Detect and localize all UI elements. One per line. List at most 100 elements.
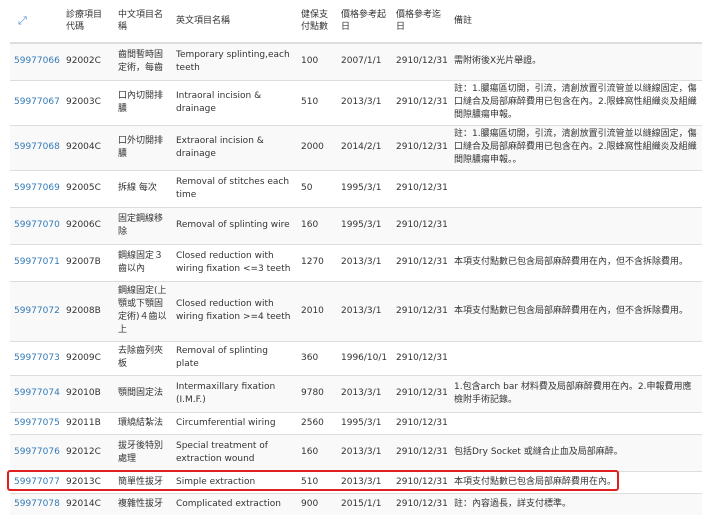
table-row: 59977070 92006C 固定鋼線移除 Removal of splint…	[10, 206, 702, 244]
table-row: 59977074 92010B 顎間固定法 Intermaxillary fix…	[10, 374, 702, 412]
cell-start-date: 1995/3/1	[337, 169, 392, 207]
cell-end-date: 2910/12/31	[392, 374, 450, 412]
cell-en-name: Closed reduction with wiring fixation <=…	[172, 243, 297, 281]
cell-end-date: 2910/12/31	[392, 79, 450, 125]
cell-code: 92002C	[62, 42, 114, 80]
cell-code: 92014C	[62, 492, 114, 515]
cell-zh-name: 複雜性拔牙	[114, 492, 172, 515]
cell-start-date: 2007/1/1	[337, 42, 392, 80]
cell-note	[450, 340, 702, 375]
cell-points: 510	[297, 79, 337, 125]
cell-en-name: Circumferential wiring	[172, 411, 297, 434]
header-note[interactable]: 備註	[450, 0, 702, 44]
cell-note: 本項支付點數已包含局部麻醉費用在內，但不含拆除費用。	[450, 243, 702, 281]
table-row: 59977076 92012C 拔牙後特別處理 Special treatmen…	[10, 433, 702, 471]
cell-end-date: 2910/12/31	[392, 169, 450, 207]
row-link[interactable]: 59977067	[14, 97, 60, 107]
cell-code: 92012C	[62, 433, 114, 471]
cell-start-date: 2013/3/1	[337, 243, 392, 281]
cell-en-name: Intraoral incision & drainage	[172, 79, 297, 125]
row-link[interactable]: 59977072	[14, 306, 60, 316]
cell-en-name: Removal of splinting wire	[172, 206, 297, 244]
expand-icon[interactable]: ⤢	[14, 14, 27, 27]
cell-zh-name: 齒間暫時固定術，每齒	[114, 42, 172, 80]
cell-start-date: 2015/1/1	[337, 492, 392, 515]
header-zh-name[interactable]: 中文項目名稱	[114, 0, 172, 44]
cell-end-date: 2910/12/31	[392, 492, 450, 515]
header-code[interactable]: 診療項目代碼	[62, 0, 114, 44]
cell-code: 92008B	[62, 280, 114, 341]
header-en-name[interactable]: 英文項目名稱	[172, 0, 297, 44]
cell-start-date: 2014/2/1	[337, 124, 392, 170]
cell-start-date: 1995/3/1	[337, 411, 392, 434]
cell-note: 本項支付點數已包含局部麻醉費用在內，但不含拆除費用。	[450, 280, 702, 341]
table-row: 59977066 92002C 齒間暫時固定術，每齒 Temporary spl…	[10, 42, 702, 80]
cell-note: 註：內容過長，詳支付標準。	[450, 492, 702, 515]
table-row: 59977069 92005C 拆線 每次 Removal of stitche…	[10, 169, 702, 207]
cell-end-date: 2910/12/31	[392, 243, 450, 281]
cell-end-date: 2910/12/31	[392, 470, 450, 493]
cell-start-date: 2013/3/1	[337, 79, 392, 125]
table-row: 59977068 92004C 口外切開排膿 Extraoral incisio…	[10, 124, 702, 170]
row-link[interactable]: 59977078	[14, 499, 60, 509]
cell-code: 92003C	[62, 79, 114, 125]
cell-points: 900	[297, 492, 337, 515]
header-end-date[interactable]: 價格參考迄日	[392, 0, 450, 44]
cell-en-name: Intermaxillary fixation (I.M.F.)	[172, 374, 297, 412]
page: ⤢ 診療項目代碼 中文項目名稱 英文項目名稱 健保支付點數 價格參考起日 價格參…	[0, 0, 720, 518]
row-link[interactable]: 59977075	[14, 418, 60, 428]
cell-start-date: 1996/10/1	[337, 340, 392, 375]
row-link[interactable]: 59977071	[14, 257, 60, 267]
row-link[interactable]: 59977074	[14, 388, 60, 398]
cell-code: 92010B	[62, 374, 114, 412]
row-link[interactable]: 59977068	[14, 142, 60, 152]
cell-points: 9780	[297, 374, 337, 412]
expand-column-header[interactable]: ⤢	[10, 0, 62, 44]
cell-code: 92005C	[62, 169, 114, 207]
cell-zh-name: 鋼線固定(上顎或下顎固定術)４齒以上	[114, 280, 172, 341]
cell-en-name: Removal of stitches each time	[172, 169, 297, 207]
cell-en-name: Special treatment of extraction wound	[172, 433, 297, 471]
cell-zh-name: 固定鋼線移除	[114, 206, 172, 244]
cell-zh-name: 口內切開排膿	[114, 79, 172, 125]
cell-code: 92013C	[62, 470, 114, 493]
table-row: 59977067 92003C 口內切開排膿 Intraoral incisio…	[10, 79, 702, 125]
row-link[interactable]: 59977076	[14, 447, 60, 457]
table-row: 59977077 92013C 簡單性拔牙 Simple extraction …	[10, 470, 702, 493]
cell-en-name: Extraoral incision & drainage	[172, 124, 297, 170]
cell-code: 92004C	[62, 124, 114, 170]
header-start-date[interactable]: 價格參考起日	[337, 0, 392, 44]
cell-en-name: Simple extraction	[172, 470, 297, 493]
cell-note: 需附術後X光片舉證。	[450, 42, 702, 80]
row-link[interactable]: 59977073	[14, 353, 60, 363]
row-link[interactable]: 59977066	[14, 56, 60, 66]
cell-points: 160	[297, 206, 337, 244]
cell-zh-name: 拆線 每次	[114, 169, 172, 207]
cell-end-date: 2910/12/31	[392, 433, 450, 471]
cell-zh-name: 環繞結紮法	[114, 411, 172, 434]
row-link[interactable]: 59977077	[14, 477, 60, 487]
cell-points: 510	[297, 470, 337, 493]
cell-start-date: 2013/3/1	[337, 374, 392, 412]
cell-en-name: Complicated extraction	[172, 492, 297, 515]
row-link[interactable]: 59977069	[14, 183, 60, 193]
cell-end-date: 2910/12/31	[392, 280, 450, 341]
cell-points: 50	[297, 169, 337, 207]
cell-start-date: 2013/3/1	[337, 280, 392, 341]
cell-end-date: 2910/12/31	[392, 340, 450, 375]
cell-code: 92006C	[62, 206, 114, 244]
row-link[interactable]: 59977070	[14, 220, 60, 230]
cell-zh-name: 去除齒列夾板	[114, 340, 172, 375]
cell-zh-name: 簡單性拔牙	[114, 470, 172, 493]
cell-points: 100	[297, 42, 337, 80]
cell-points: 1270	[297, 243, 337, 281]
header-points[interactable]: 健保支付點數	[297, 0, 337, 44]
fee-schedule-table: ⤢ 診療項目代碼 中文項目名稱 英文項目名稱 健保支付點數 價格參考起日 價格參…	[10, 0, 702, 515]
table-row: 59977075 92011B 環繞結紮法 Circumferential wi…	[10, 411, 702, 434]
cell-note	[450, 169, 702, 207]
cell-end-date: 2910/12/31	[392, 411, 450, 434]
cell-code: 92007B	[62, 243, 114, 281]
table-row: 59977073 92009C 去除齒列夾板 Removal of splint…	[10, 340, 702, 375]
cell-points: 2560	[297, 411, 337, 434]
cell-end-date: 2910/12/31	[392, 124, 450, 170]
